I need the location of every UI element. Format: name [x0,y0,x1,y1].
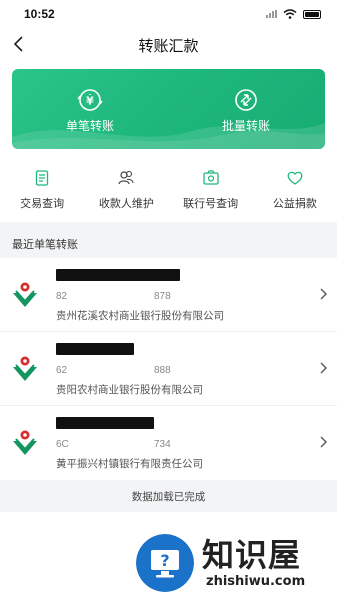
yuan-transfer-icon: ¥ [77,89,103,111]
batch-transfer-icon [235,89,257,111]
single-transfer-button[interactable]: ¥ 单笔转账 [12,69,168,149]
list-item[interactable]: 82 878 贵州花溪农村商业银行股份有限公司 [0,258,337,332]
single-transfer-label: 单笔转账 [65,119,114,133]
rural-bank-logo-icon [13,356,37,381]
status-bar: 10:52 [0,0,337,28]
battery-icon [303,9,321,19]
chevron-right-icon [320,436,327,448]
watermark-domain: zhishiwu.com [206,574,306,589]
svg-text:¥: ¥ [86,95,94,108]
quick-actions: 交易查询 收款人维护 联行号查询 公益捐款 [0,160,337,222]
contacts-icon [118,170,134,185]
transfer-banner: ¥ 单笔转账 批量转账 [12,69,325,149]
quick-action-label: 公益捐款 [272,198,317,210]
quick-action-bank-code-query[interactable]: 联行号查询 [169,160,253,222]
chevron-right-icon [320,362,327,374]
load-status-text: 数据加载已完成 [131,491,206,503]
heart-icon [287,171,303,185]
quick-action-label: 收款人维护 [98,198,154,210]
receipt-icon [35,170,49,186]
wifi-icon [283,9,297,19]
redacted-payee-name [56,343,134,355]
bank-name: 贵阳农村商业银行股份有限公司 [56,384,203,396]
status-time: 10:52 [24,7,55,21]
bank-name: 贵州花溪农村商业银行股份有限公司 [56,310,224,322]
hero-section: ¥ 单笔转账 批量转账 [0,60,337,160]
rural-bank-logo-icon [13,430,37,455]
quick-action-charity-donation[interactable]: 公益捐款 [253,160,337,222]
recent-transfers-list: 82 878 贵州花溪农村商业银行股份有限公司 62 888 贵阳农村商业银行股份有… [0,258,337,480]
quick-action-label: 联行号查询 [183,198,239,210]
redacted-payee-name [56,417,154,429]
batch-transfer-label: 批量转账 [221,119,270,133]
bank-code-icon [202,170,219,185]
list-item[interactable]: 6C 734 黄平振兴村镇银行有限责任公司 [0,406,337,480]
svg-text:?: ? [160,551,169,570]
chevron-right-icon [320,288,327,300]
question-monitor-icon: ? [136,534,194,592]
bank-name: 黄平振兴村镇银行有限责任公司 [56,458,203,470]
recent-transfers-title: 最近单笔转账 [12,239,78,251]
quick-action-transaction-query[interactable]: 交易查询 [0,160,84,222]
quick-action-payee-maintenance[interactable]: 收款人维护 [84,160,168,222]
nav-bar: 转账汇款 [0,28,337,60]
redacted-payee-name [56,269,180,281]
list-item[interactable]: 62 888 贵阳农村商业银行股份有限公司 [0,332,337,406]
status-icons [266,9,321,19]
watermark-brand: 知识屋 [202,536,302,574]
page-title: 转账汇款 [138,38,199,55]
watermark: ? 知识屋 zhishiwu.com [132,524,337,600]
batch-transfer-button[interactable]: 批量转账 [168,69,324,149]
signal-icon [266,10,277,18]
quick-action-label: 交易查询 [20,198,65,210]
rural-bank-logo-icon [13,282,37,307]
